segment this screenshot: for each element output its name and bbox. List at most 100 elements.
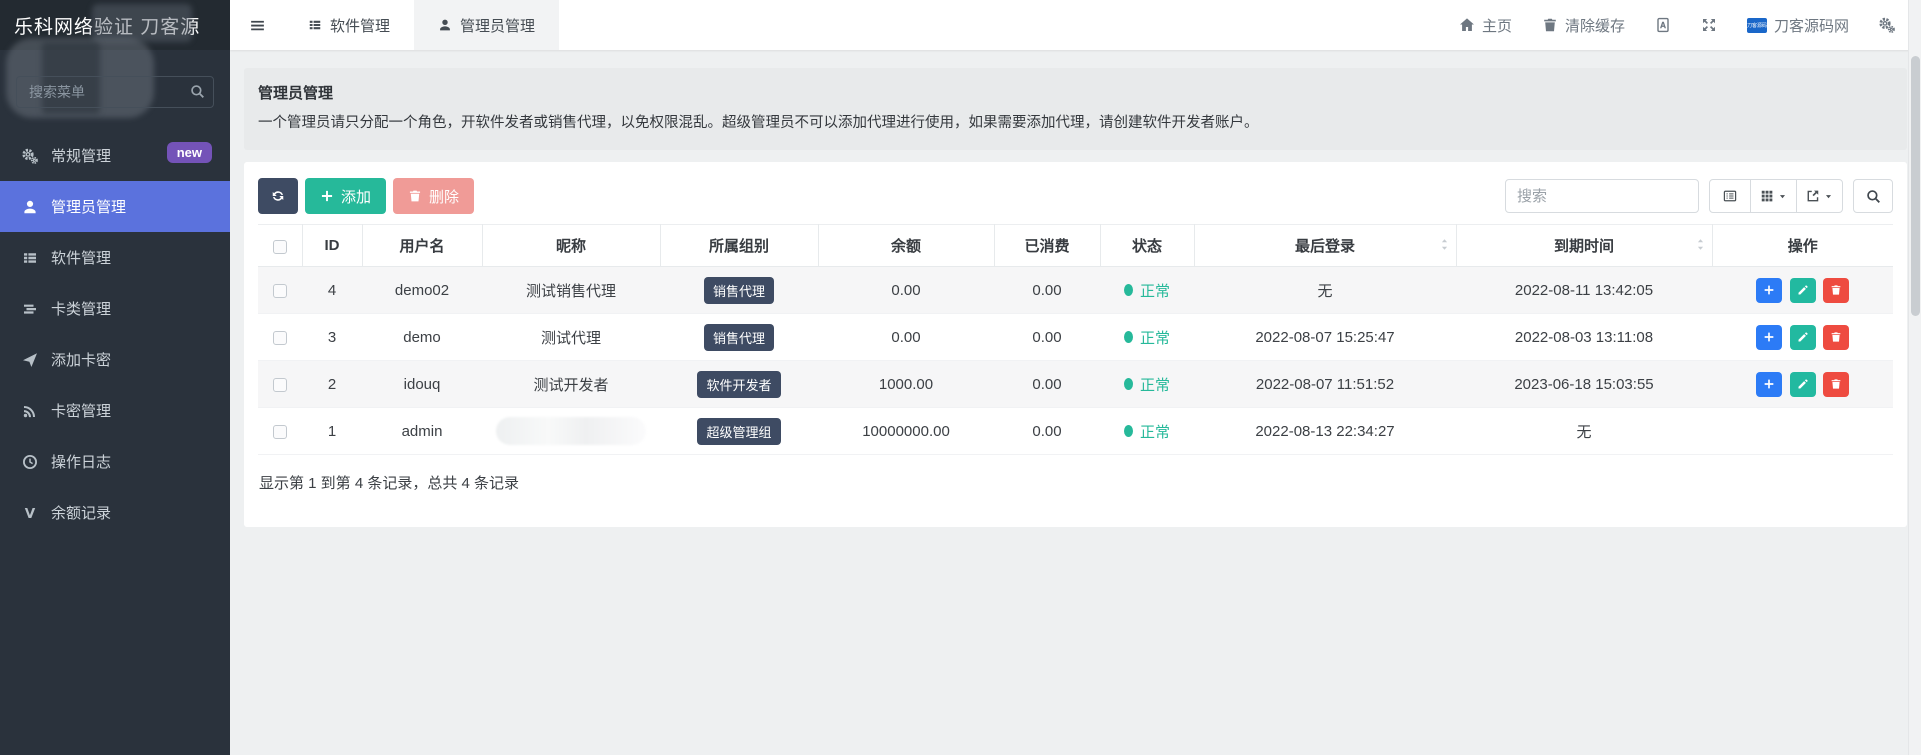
record-summary: 显示第 1 到第 4 条记录，总共 4 条记录 bbox=[259, 475, 520, 493]
cell-last-login: 无 bbox=[1194, 266, 1456, 315]
toggle-view-button[interactable] bbox=[1709, 179, 1751, 214]
cogs-icon bbox=[22, 148, 38, 164]
fullscreen-button[interactable] bbox=[1701, 17, 1717, 33]
toolbar-right bbox=[1505, 179, 1893, 214]
row-add-button[interactable] bbox=[1756, 277, 1783, 303]
cell-consumed: 0.00 bbox=[994, 266, 1100, 315]
clear-cache-button[interactable]: 清除缓存 bbox=[1542, 15, 1625, 36]
cell-username: idouq bbox=[362, 360, 482, 409]
tab-software-management[interactable]: 软件管理 bbox=[284, 0, 414, 50]
row-edit-button[interactable] bbox=[1789, 371, 1816, 397]
trash-icon bbox=[408, 189, 422, 203]
table-row: 1 admin 超级管理组 10000000.00 0.00 正常 2022-0… bbox=[258, 407, 1893, 456]
pencil-icon bbox=[1797, 378, 1809, 390]
tab-admin-management[interactable]: 管理员管理 bbox=[414, 0, 560, 50]
pencil-icon bbox=[1797, 331, 1809, 343]
home-link[interactable]: 主页 bbox=[1459, 15, 1512, 36]
status-dot-icon bbox=[1123, 284, 1133, 297]
row-checkbox[interactable] bbox=[273, 378, 287, 392]
table-row: 2 idouq 测试开发者 软件开发者 1000.00 0.00 正常 2022… bbox=[258, 360, 1893, 409]
status-dot-icon bbox=[1123, 425, 1133, 438]
row-edit-button[interactable] bbox=[1789, 324, 1816, 350]
sidebar-search-input[interactable] bbox=[16, 76, 214, 108]
cell-nickname: 测试销售代理 bbox=[482, 266, 660, 315]
plus-icon bbox=[1763, 284, 1775, 296]
cell-id: 3 bbox=[302, 313, 362, 362]
columns-button[interactable] bbox=[1750, 179, 1797, 214]
row-delete-button[interactable] bbox=[1822, 277, 1849, 303]
sidebar-toggle-button[interactable] bbox=[230, 0, 284, 50]
page-intro: 管理员管理 一个管理员请只分配一个角色，开软件发者或销售代理，以免权限混乱。超级… bbox=[244, 68, 1907, 151]
sidebar-item-software-management[interactable]: 软件管理 bbox=[0, 232, 230, 283]
col-nickname: 昵称 bbox=[481, 224, 660, 268]
columns-grid-icon bbox=[1760, 189, 1774, 203]
sidebar-item-admin-management[interactable]: 管理员管理 bbox=[0, 181, 230, 232]
cell-expire: 2022-08-03 13:11:08 bbox=[1456, 313, 1712, 362]
cell-username: demo bbox=[362, 313, 482, 362]
col-expire[interactable]: 到期时间 bbox=[1455, 224, 1712, 268]
table-row: 3 demo 测试代理 销售代理 0.00 0.00 正常 2022-08-07… bbox=[258, 313, 1893, 362]
export-icon bbox=[1806, 189, 1820, 203]
paper-plane-icon bbox=[22, 352, 38, 368]
app-logo: 乐科网络验证 刀客源 bbox=[0, 0, 230, 50]
cell-last-login: 2022-08-13 22:34:27 bbox=[1194, 407, 1456, 456]
table-row: 4 demo02 测试销售代理 销售代理 0.00 0.00 正常 无 2022… bbox=[258, 266, 1893, 315]
plus-icon bbox=[320, 189, 334, 203]
top-navbar: 软件管理 管理员管理 主页 清除缓存 刀客源码 刀客源码网 bbox=[230, 0, 1921, 50]
group-badge: 超级管理组 bbox=[697, 417, 781, 445]
col-actions: 操作 bbox=[1711, 224, 1893, 268]
sort-icon[interactable] bbox=[1438, 238, 1451, 251]
group-badge: 软件开发者 bbox=[697, 370, 781, 398]
rss-icon bbox=[22, 403, 38, 419]
status-badge: 正常 bbox=[1123, 421, 1170, 442]
page-title: 管理员管理 bbox=[258, 85, 334, 102]
cogs-icon bbox=[1879, 17, 1895, 33]
row-add-button[interactable] bbox=[1756, 371, 1783, 397]
main-area: 软件管理 管理员管理 主页 清除缓存 刀客源码 刀客源码网 管理员管理 一个管理… bbox=[230, 0, 1921, 755]
sidebar: 乐科网络验证 刀客源 常规管理 new 管理员管理 软件管理 bbox=[0, 0, 230, 755]
search-button[interactable] bbox=[1853, 179, 1893, 214]
delete-button[interactable]: 删除 bbox=[393, 178, 475, 215]
navbar-right: 主页 清除缓存 刀客源码 刀客源码网 bbox=[1459, 15, 1921, 36]
select-all-checkbox[interactable] bbox=[272, 239, 287, 254]
cell-balance: 1000.00 bbox=[818, 360, 994, 409]
row-delete-button[interactable] bbox=[1822, 371, 1849, 397]
row-checkbox[interactable] bbox=[273, 284, 287, 298]
cell-id: 2 bbox=[302, 360, 362, 409]
user-icon bbox=[438, 18, 452, 32]
row-checkbox[interactable] bbox=[273, 425, 287, 439]
sidebar-item-card-key-management[interactable]: 卡密管理 bbox=[0, 385, 230, 436]
cell-expire: 2022-08-11 13:42:05 bbox=[1456, 266, 1712, 315]
sidebar-item-balance-record[interactable]: 余额记录 bbox=[0, 487, 230, 538]
status-dot-icon bbox=[1123, 331, 1133, 344]
status-badge: 正常 bbox=[1123, 327, 1170, 348]
refresh-button[interactable] bbox=[258, 178, 298, 215]
plus-icon bbox=[1763, 378, 1775, 390]
site-link[interactable]: 刀客源码 刀客源码网 bbox=[1746, 15, 1849, 36]
row-edit-button[interactable] bbox=[1789, 277, 1816, 303]
sort-icon[interactable] bbox=[1694, 238, 1707, 251]
cell-expire: 2023-06-18 15:03:55 bbox=[1456, 360, 1712, 409]
add-button[interactable]: 添加 bbox=[305, 178, 387, 215]
trash-icon bbox=[1830, 331, 1842, 343]
table-search-input[interactable] bbox=[1505, 179, 1699, 214]
sidebar-item-add-card-key[interactable]: 添加卡密 bbox=[0, 334, 230, 385]
page-scrollbar[interactable] bbox=[1908, 0, 1921, 755]
language-doc-button[interactable] bbox=[1655, 17, 1671, 33]
row-add-button[interactable] bbox=[1756, 324, 1783, 350]
cell-consumed: 0.00 bbox=[994, 407, 1100, 456]
sidebar-item-operation-log[interactable]: 操作日志 bbox=[0, 436, 230, 487]
cell-balance: 0.00 bbox=[818, 313, 994, 362]
sidebar-item-general-management[interactable]: 常规管理 new bbox=[0, 130, 230, 181]
row-delete-button[interactable] bbox=[1822, 324, 1849, 350]
row-checkbox[interactable] bbox=[273, 331, 287, 345]
cell-balance: 0.00 bbox=[818, 266, 994, 315]
scrollbar-thumb[interactable] bbox=[1911, 56, 1920, 316]
col-last-login[interactable]: 最后登录 bbox=[1193, 224, 1456, 268]
group-badge: 销售代理 bbox=[703, 323, 774, 351]
export-button[interactable] bbox=[1796, 179, 1843, 214]
settings-button[interactable] bbox=[1879, 17, 1895, 33]
v-icon bbox=[22, 505, 38, 521]
page-content: 管理员管理 一个管理员请只分配一个角色，开软件发者或销售代理，以免权限混乱。超级… bbox=[230, 50, 1921, 755]
sidebar-item-card-type-management[interactable]: 卡类管理 bbox=[0, 283, 230, 334]
